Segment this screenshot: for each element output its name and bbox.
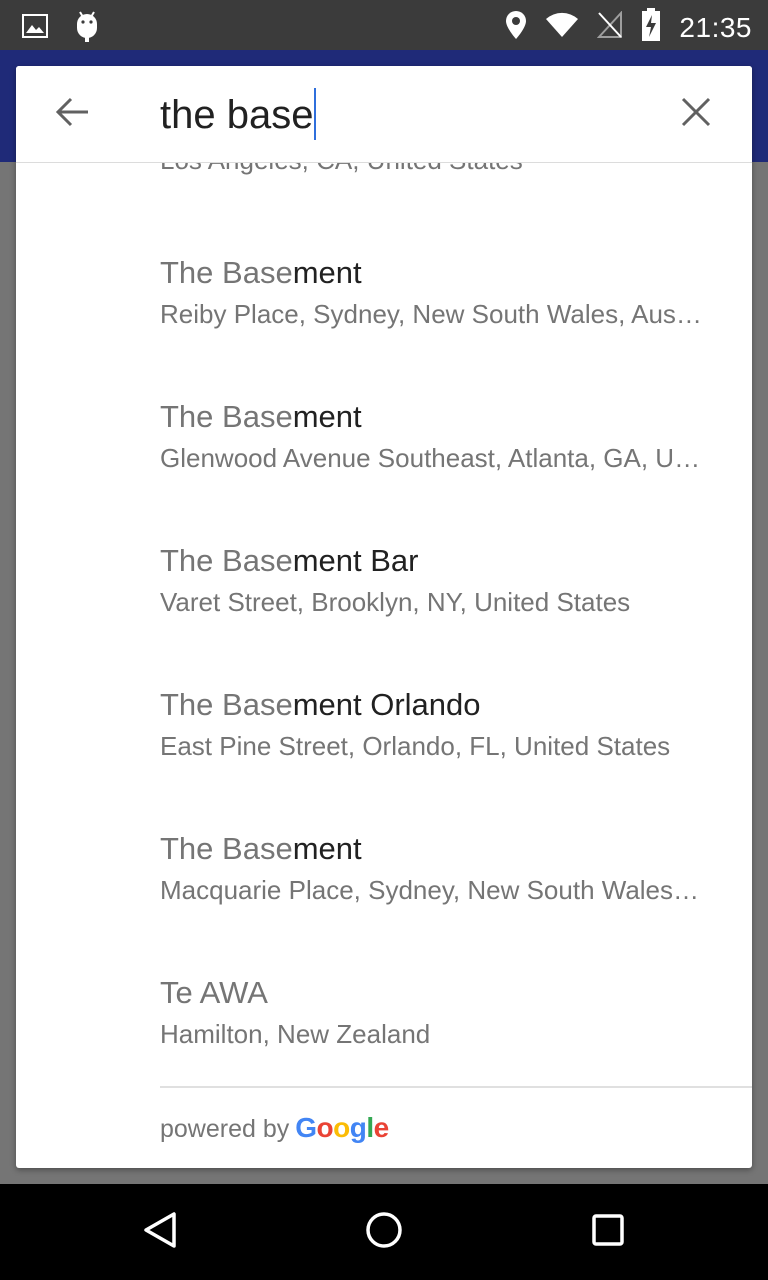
result-title-rest: ment [292,255,362,290]
result-title-rest: ment Orlando [292,687,481,722]
no-sim-icon [597,10,623,44]
result-title-match: The Base [160,543,293,578]
google-letter: o [333,1112,350,1143]
result-title-rest: ment [292,831,362,866]
list-item[interactable]: The Basement Glenwood Avenue Southeast, … [160,397,720,475]
place-autocomplete-dialog: the base Los Angeles, CA, United States … [16,66,752,1168]
result-title-rest: ment [292,399,362,434]
arrow-back-icon [55,97,89,132]
home-circle-icon [364,1210,404,1255]
result-title-match: The Base [160,831,293,866]
google-logo: Google [295,1112,390,1143]
result-title-match: The Base [160,255,293,290]
search-query-text: the base [160,93,314,137]
powered-by-google: powered by Google [160,1112,389,1144]
result-subtitle: Glenwood Avenue Southeast, Atlanta, GA, … [160,443,701,473]
search-header: the base [16,66,752,163]
result-subtitle: Hamilton, New Zealand [160,1019,431,1049]
result-subtitle: Varet Street, Brooklyn, NY, United State… [160,587,631,617]
status-bar: 21:35 [0,0,768,50]
battery-charging-icon [641,8,661,47]
navigation-bar [0,1184,768,1280]
nav-back-button[interactable] [136,1208,184,1256]
google-letter: l [366,1112,374,1143]
list-item[interactable]: The Basement Reiby Place, Sydney, New So… [160,253,720,331]
attribution-footer: powered by Google [160,1086,752,1168]
search-input[interactable]: the base [160,88,317,143]
android-debug-icon [74,10,100,47]
clock: 21:35 [679,11,752,43]
google-letter: o [316,1112,334,1143]
list-item[interactable]: The Basement Bar Varet Street, Brooklyn,… [160,541,720,619]
back-button[interactable] [50,92,94,136]
back-triangle-icon [140,1210,180,1255]
result-title-rest: ment Bar [292,543,419,578]
result-title: The Basement [160,829,720,869]
google-letter: g [349,1112,367,1143]
gallery-icon [22,14,48,43]
result-title-match: The Base [160,687,293,722]
result-title: The Basement Bar [160,541,720,581]
nav-recents-button[interactable] [584,1208,632,1256]
result-subtitle: Los Angeles, CA, United States [160,163,523,175]
recents-square-icon [588,1210,628,1255]
result-title: Te AWA [160,973,720,1013]
nav-home-button[interactable] [360,1208,408,1256]
wifi-icon [545,12,579,43]
list-item[interactable]: Te AWA Hamilton, New Zealand [160,973,720,1051]
results-list: Los Angeles, CA, United States The Basem… [16,163,752,1088]
result-title-match: Te AWA [160,975,268,1010]
google-letter: e [373,1112,390,1143]
google-letter: G [295,1112,317,1143]
clear-button[interactable] [674,92,718,136]
text-caret [314,88,317,141]
list-item-partial[interactable]: Los Angeles, CA, United States [160,163,523,176]
result-title: The Basement [160,397,720,437]
close-icon [681,97,711,132]
result-subtitle: Macquarie Place, Sydney, New South Wales… [160,875,700,905]
result-subtitle: East Pine Street, Orlando, FL, United St… [160,731,671,761]
result-title: The Basement Orlando [160,685,720,725]
list-item[interactable]: The Basement Macquarie Place, Sydney, Ne… [160,829,720,907]
result-title: The Basement [160,253,720,293]
location-icon [505,10,527,45]
list-item[interactable]: The Basement Orlando East Pine Street, O… [160,685,720,763]
result-title-match: The Base [160,399,293,434]
result-subtitle: Reiby Place, Sydney, New South Wales, Au… [160,299,702,329]
powered-by-label: powered by [160,1115,290,1143]
